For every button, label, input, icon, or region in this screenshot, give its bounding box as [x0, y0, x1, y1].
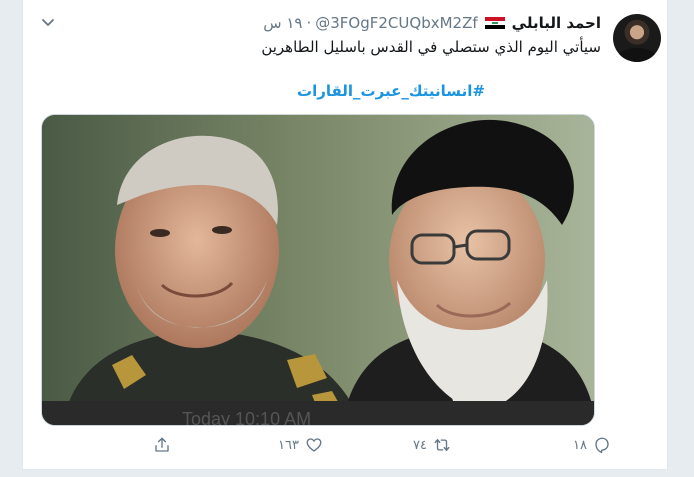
retweet-button[interactable]: ٧٤ — [413, 436, 451, 454]
photo-illustration: Today 10:10 AM — [42, 115, 594, 426]
reply-icon — [595, 437, 609, 454]
timestamp[interactable]: ١٩ س — [263, 14, 302, 32]
like-count: ١٦٣ — [278, 437, 299, 453]
iraq-flag-icon — [484, 17, 505, 29]
share-icon — [155, 437, 169, 452]
tweet-card[interactable]: احمد البابلي @3FOgF2CUQbxM2Zf · ١٩ س سيأ… — [22, 0, 668, 470]
reply-button[interactable]: ١٨ — [573, 436, 611, 454]
tweet-media-image[interactable]: Today 10:10 AM — [41, 114, 595, 426]
avatar[interactable] — [613, 14, 661, 62]
like-button[interactable]: ١٦٣ — [278, 436, 323, 454]
retweet-count: ٧٤ — [413, 437, 427, 453]
heart-icon — [306, 438, 322, 452]
retweet-icon — [434, 439, 450, 451]
tweet-actions: ١٨ ٧٤ ١٦٣ — [23, 436, 669, 460]
user-handle[interactable]: @3FOgF2CUQbxM2Zf — [315, 14, 477, 32]
media-caption: Today 10:10 AM — [182, 409, 311, 426]
share-button[interactable] — [153, 436, 171, 454]
display-name[interactable]: احمد البابلي — [512, 14, 601, 32]
reply-count: ١٨ — [573, 437, 587, 453]
chevron-down-icon[interactable] — [41, 16, 55, 30]
separator-dot: · — [306, 14, 312, 32]
tweet-text: سيأتي اليوم الذي ستصلي في القدس باسليل ا… — [261, 38, 601, 56]
tweet-header: احمد البابلي @3FOgF2CUQbxM2Zf · ١٩ س — [263, 14, 601, 32]
hashtag-link[interactable]: #انسانيتك_عبرت_القارات — [297, 82, 485, 100]
avatar-figure — [617, 48, 657, 62]
